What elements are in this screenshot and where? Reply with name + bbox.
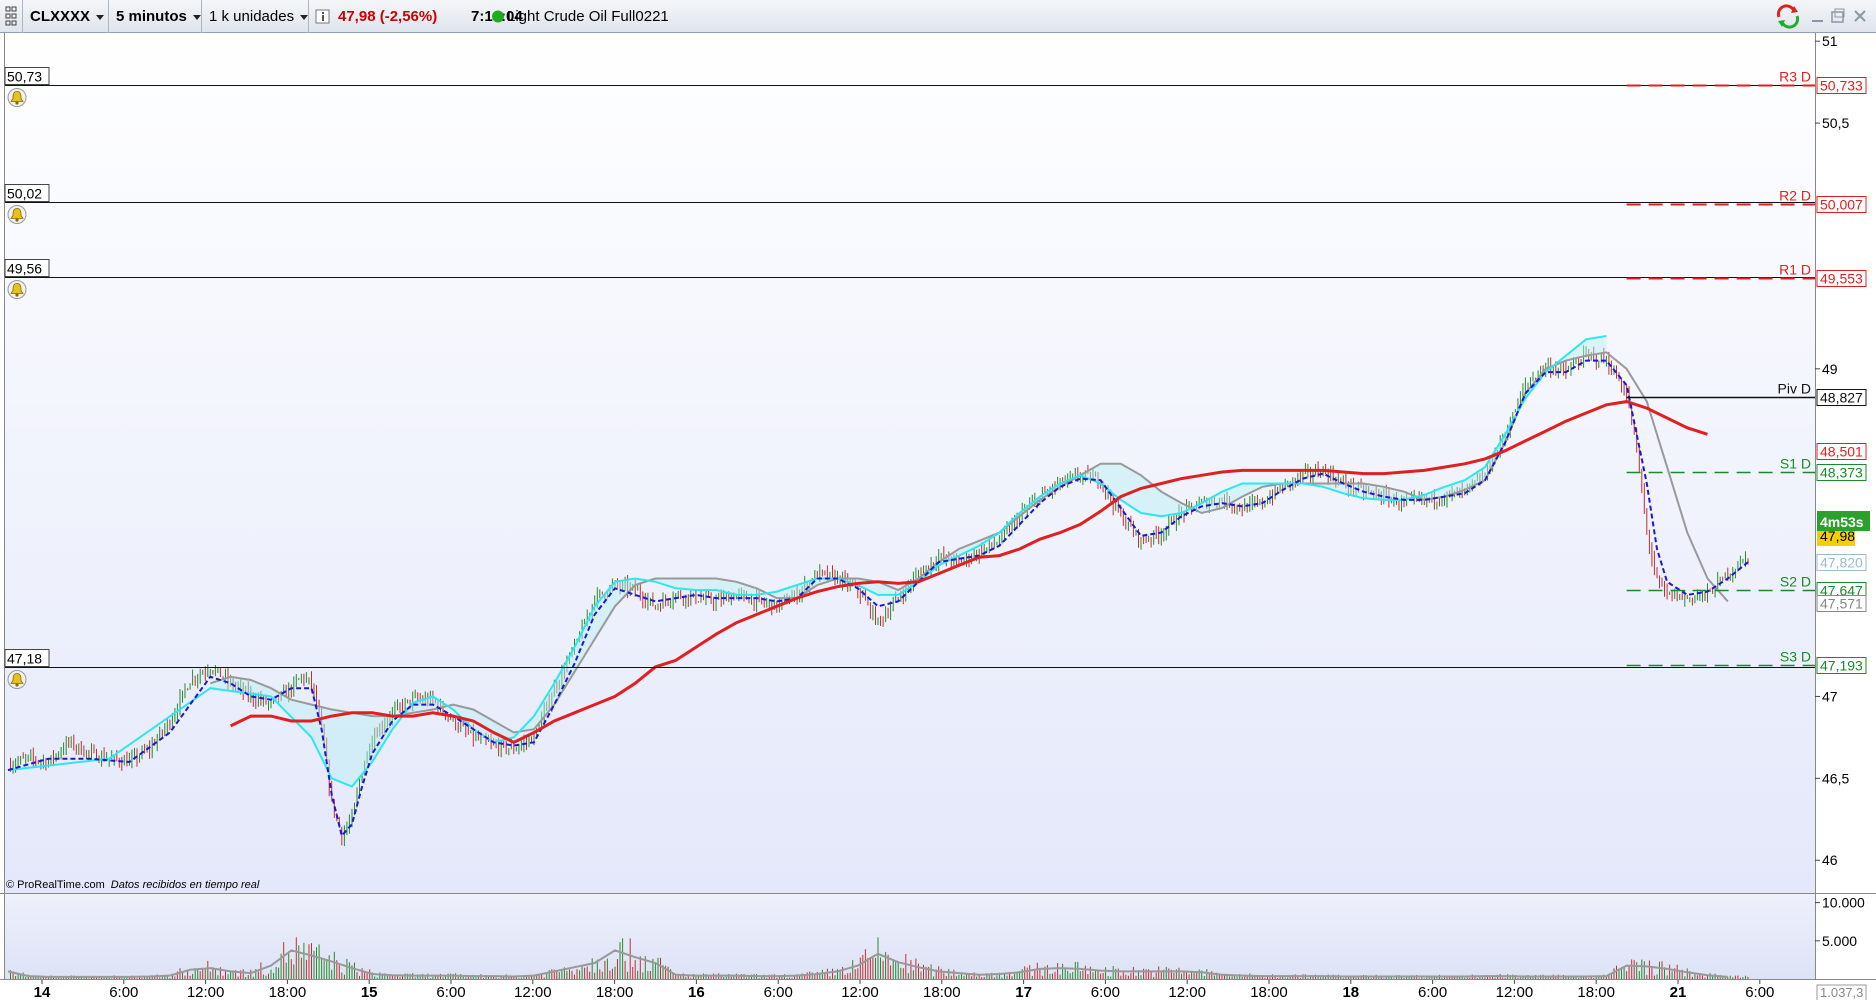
- y-tick-label: 46,5: [1822, 770, 1849, 786]
- volume-tick-label: 5.000: [1822, 933, 1857, 949]
- restore-icon[interactable]: [1828, 0, 1848, 33]
- chart-canvas[interactable]: 50,73 50,02 49,56 47,18 R3 D 50,733 R2 D 50,007…: [0, 33, 1876, 1002]
- close-icon[interactable]: [1850, 0, 1870, 33]
- status-dot-icon: [492, 10, 504, 23]
- realtime-note: Datos recibidos en tiempo real: [111, 879, 260, 891]
- x-tick-label: 17: [1015, 984, 1032, 1000]
- chevron-down-icon: [96, 14, 105, 20]
- alert-label: 49,56: [7, 261, 42, 277]
- symbol-label: CLXXXX: [30, 8, 91, 25]
- bell-icon-clapper: [15, 101, 19, 105]
- x-tick-label: 18:00: [269, 984, 307, 1000]
- pivot-name: Piv D: [1778, 381, 1811, 397]
- x-tick-label: 6:00: [764, 984, 793, 1000]
- indicator-value: 47,820: [1820, 555, 1863, 571]
- bell-icon-clapper: [15, 683, 19, 687]
- x-tick-label: 6:00: [109, 984, 138, 1000]
- chevron-down-icon: [192, 14, 201, 20]
- chevron-down-icon: [300, 14, 309, 20]
- instrument-name: Light Crude Oil Full0221: [507, 8, 669, 25]
- pivot-value: 48,827: [1820, 390, 1863, 406]
- pivot-value: 50,733: [1820, 78, 1863, 94]
- close-icon-svg: [1854, 10, 1866, 22]
- x-tick-label: 18:00: [1250, 984, 1288, 1000]
- info-icon-svg: [315, 9, 330, 24]
- x-tick-label: 18: [1342, 984, 1359, 1000]
- sync-icon-svg: [1776, 4, 1800, 29]
- volume-value: 1.037,3: [1820, 985, 1863, 1000]
- x-tick-label: 6:00: [436, 984, 465, 1000]
- pivot-name: R1 D: [1779, 262, 1811, 278]
- x-tick-label: 14: [34, 984, 51, 1000]
- pivot-value: 47,193: [1820, 658, 1863, 674]
- toolbar: CLXXXX 5 minutos 1 k unidades 47,98 (-2,…: [0, 0, 1876, 33]
- alert-label: 50,73: [7, 69, 42, 85]
- y-tick-label: 50,5: [1822, 115, 1849, 131]
- x-tick-label: 6:00: [1091, 984, 1120, 1000]
- copyright: © ProRealTime.com: [6, 879, 105, 891]
- indicator-value: 48,501: [1820, 444, 1863, 460]
- timeframe-selector[interactable]: 5 minutos: [110, 0, 202, 33]
- pivot-value: 48,373: [1820, 465, 1863, 481]
- bell-icon-clapper: [15, 293, 19, 297]
- bell-icon: [7, 670, 27, 689]
- units-selector[interactable]: 1 k unidades: [203, 0, 309, 33]
- x-tick-label: 18:00: [596, 984, 634, 1000]
- indicator-value: 47,571: [1820, 596, 1863, 612]
- x-tick-label: 18:00: [1577, 984, 1615, 1000]
- bell-icon: [7, 280, 27, 299]
- x-tick-label: 6:00: [1418, 984, 1447, 1000]
- pivot-name: R3 D: [1779, 69, 1811, 85]
- restore-icon-svg: [1831, 8, 1845, 23]
- y-tick-label: 46: [1822, 852, 1838, 868]
- x-tick-label: 12:00: [841, 984, 879, 1000]
- x-tick-label: 15: [361, 984, 378, 1000]
- x-tick-label: 16: [688, 984, 705, 1000]
- pivot-value: 50,007: [1820, 197, 1863, 213]
- alert-label: 47,18: [7, 651, 42, 667]
- x-tick-label: 12:00: [187, 984, 225, 1000]
- status-indicator: [491, 0, 505, 33]
- grid-icon-svg: [5, 6, 17, 26]
- symbol-selector[interactable]: CLXXXX: [23, 0, 109, 33]
- bell-icon: [7, 88, 27, 107]
- pivot-value: 49,553: [1820, 271, 1863, 287]
- minimize-icon[interactable]: [1808, 0, 1828, 33]
- price-chart[interactable]: 50,73 50,02 49,56 47,18 R3 D 50,733 R2 D 50,007…: [0, 33, 1876, 1002]
- grid-icon[interactable]: [0, 0, 23, 33]
- volume-tick-label: 10.000: [1822, 895, 1865, 911]
- copyright-text: © ProRealTime.com Datos recibidos en tiem…: [6, 879, 260, 891]
- x-tick-label: 12:00: [1168, 984, 1206, 1000]
- pivot-name: S2 D: [1780, 574, 1811, 590]
- bell-icon: [7, 205, 27, 224]
- minimize-icon-svg: [1812, 20, 1823, 22]
- price-pane-bg: [5, 33, 1815, 893]
- price-change: 47,98 (-2,56%): [338, 8, 438, 25]
- sync-icon[interactable]: [1774, 0, 1802, 33]
- y-tick-label: 49: [1822, 361, 1838, 377]
- y-tick-label: 47: [1822, 688, 1838, 704]
- bell-icon-clapper: [15, 218, 19, 222]
- units-label: 1 k unidades: [209, 8, 295, 25]
- countdown-tag: 4m53s: [1817, 511, 1870, 531]
- x-tick-label: 21: [1670, 984, 1687, 1000]
- x-tick-label: 18:00: [923, 984, 961, 1000]
- x-tick-label: 6:00: [1745, 984, 1774, 1000]
- countdown: 4m53s: [1820, 514, 1864, 530]
- y-tick-label: 51: [1822, 33, 1838, 49]
- info-icon[interactable]: [314, 0, 332, 33]
- timeframe-label: 5 minutos: [116, 8, 187, 25]
- x-tick-label: 12:00: [514, 984, 552, 1000]
- pivot-name: S1 D: [1780, 456, 1811, 472]
- alert-label: 50,02: [7, 186, 42, 202]
- x-tick-label: 12:00: [1496, 984, 1534, 1000]
- pivot-name: S3 D: [1780, 649, 1811, 665]
- pivot-name: R2 D: [1779, 188, 1811, 204]
